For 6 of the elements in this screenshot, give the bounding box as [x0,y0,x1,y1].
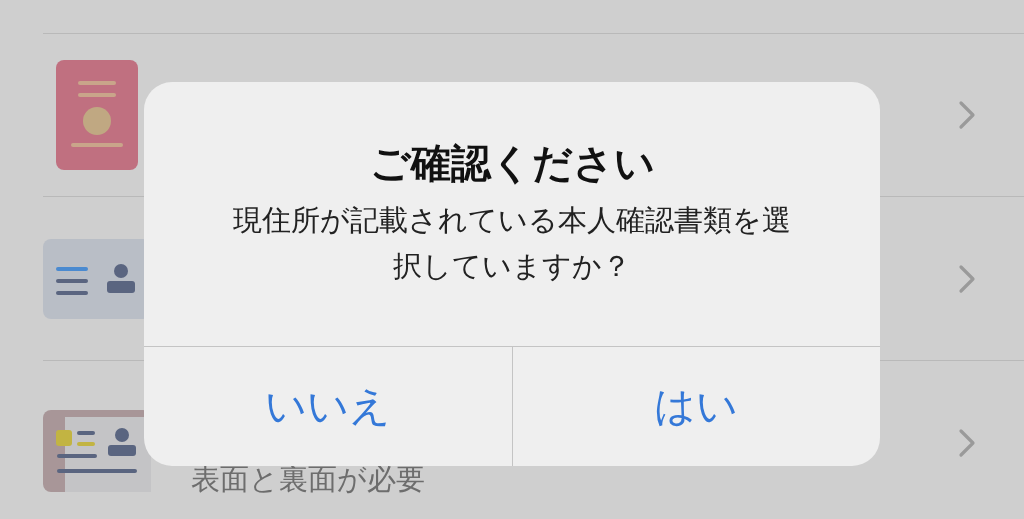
dialog-title: ご確認ください [369,139,655,188]
dialog-message: 現住所が記載されている本人確認書類を選択していますか？ [232,202,792,285]
chevron-icon[interactable] [958,427,976,458]
chevron-icon[interactable] [958,100,976,130]
dialog-button[interactable]: はい [511,347,880,466]
chevron-icon[interactable] [958,263,976,294]
